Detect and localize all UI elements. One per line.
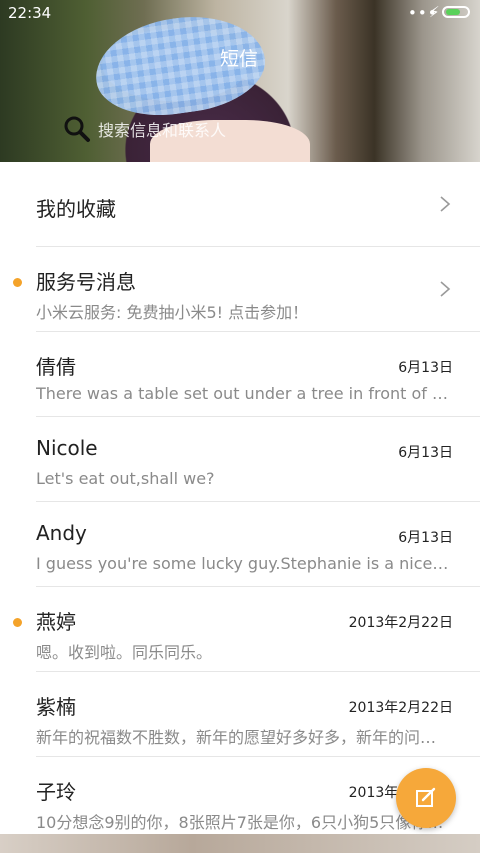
thread-date: 6月13日 [398, 360, 453, 376]
thread-name: 服务号消息 [36, 270, 136, 294]
compose-button[interactable] [396, 768, 456, 828]
thread-preview: 新年的祝福数不胜数，新年的愿望好多好多，新年的问候… [36, 728, 451, 747]
search-placeholder: 搜索信息和联系人 [98, 121, 227, 140]
thread-name: 紫楠 [36, 695, 76, 719]
thread-row[interactable]: 燕婷 2013年2月22日 嗯。收到啦。同乐同乐。 [13, 587, 480, 672]
thread-preview: 10分想念9别的你，8张照片7张是你，6只小狗5只像你… [36, 813, 444, 832]
thread-name: 燕婷 [36, 610, 76, 634]
charging-icon: ⚡ [429, 3, 440, 21]
unread-dot [13, 618, 22, 627]
status-bar: 22:34 ••• ⚡ [0, 0, 480, 28]
message-list[interactable]: 我的收藏 服务号消息 小米云服务: 免费抽小米5! 点击参加！ 倩倩 6月13日… [0, 162, 480, 853]
thread-name: 倩倩 [36, 355, 76, 379]
compose-icon [416, 787, 436, 807]
thread-row[interactable]: 倩倩 6月13日 There was a table set out under… [36, 332, 480, 417]
thread-name: Nicole [36, 436, 98, 460]
thread-date: 6月13日 [398, 445, 453, 461]
bottom-photo-strip [0, 834, 480, 853]
thread-preview: 嗯。收到啦。同乐同乐。 [36, 643, 213, 662]
battery-icon [442, 6, 470, 18]
thread-row[interactable]: Nicole 6月13日 Let's eat out,shall we? [36, 417, 480, 502]
thread-row[interactable]: Andy 6月13日 I guess you're some lucky guy… [36, 502, 480, 587]
thread-preview: 小米云服务: 免费抽小米5! 点击参加！ [36, 303, 309, 322]
thread-name: Andy [36, 521, 87, 545]
search-icon [64, 116, 90, 142]
thread-row[interactable]: 服务号消息 小米云服务: 免费抽小米5! 点击参加！ [13, 247, 480, 332]
thread-row[interactable]: 紫楠 2013年2月22日 新年的祝福数不胜数，新年的愿望好多好多，新年的问候… [36, 672, 480, 757]
favorites-row[interactable]: 我的收藏 [36, 162, 480, 247]
thread-date: 2013年2月22日 [348, 615, 453, 631]
thread-name: 子玲 [36, 780, 76, 804]
thread-date: 2013年2月22日 [348, 700, 453, 716]
chevron-right-icon [440, 281, 451, 297]
search-bar[interactable]: 搜索信息和联系人 [62, 114, 226, 144]
chevron-right-icon [440, 196, 451, 212]
thread-date: 6月13日 [398, 530, 453, 546]
thread-preview: Let's eat out,shall we? [36, 469, 215, 488]
thread-preview: I guess you're some lucky guy.Stephanie … [36, 554, 451, 573]
unread-dot [13, 278, 22, 287]
status-time: 22:34 [8, 4, 52, 22]
page-title: 短信 [220, 48, 259, 70]
thread-preview: There was a table set out under a tree i… [36, 384, 451, 403]
favorites-label: 我的收藏 [36, 197, 116, 221]
